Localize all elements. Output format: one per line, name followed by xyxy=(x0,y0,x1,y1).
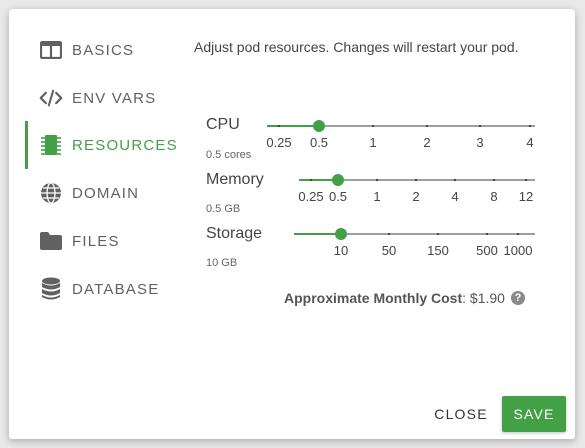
cost-value: $1.90 xyxy=(469,290,505,306)
slider-tick-label[interactable]: 2 xyxy=(423,135,430,150)
save-button[interactable]: SAVE xyxy=(502,396,566,432)
slider-tick-label[interactable]: 8 xyxy=(490,189,497,204)
pod-settings-dialog: BASICS ENV VARS RESOURCES DOMAIN FILES D… xyxy=(9,9,575,439)
sidebar-item-domain[interactable]: DOMAIN xyxy=(25,169,185,217)
slider-fill xyxy=(294,233,341,235)
slider-tick-label[interactable]: 0.25 xyxy=(298,189,323,204)
slider-tick-mark xyxy=(310,179,312,181)
cost-separator: : xyxy=(462,290,470,306)
slider-tick-label[interactable]: 12 xyxy=(519,189,533,204)
slider-tick-label[interactable]: 150 xyxy=(427,243,449,258)
cpu-label: CPU xyxy=(206,116,240,133)
slider-tick-label[interactable]: 0.5 xyxy=(310,135,328,150)
sidebar-item-label: DATABASE xyxy=(72,280,160,298)
cost-label: Approximate Monthly Cost xyxy=(284,290,463,306)
sidebar-item-label: FILES xyxy=(72,232,120,250)
sidebar-item-env-vars[interactable]: ENV VARS xyxy=(25,74,185,122)
slider-tick-mark xyxy=(454,179,456,181)
slider-tick-mark xyxy=(479,125,481,127)
database-icon xyxy=(39,277,63,301)
slider-tick-mark xyxy=(525,179,527,181)
slider-thumb[interactable] xyxy=(335,228,347,240)
slider-tick-mark xyxy=(493,179,495,181)
memory-label: Memory xyxy=(206,171,264,188)
slider-tick-mark xyxy=(388,233,390,235)
storage-value: 10 GB xyxy=(206,257,238,269)
slider-tick-label[interactable]: 50 xyxy=(382,243,396,258)
slider-tick-label[interactable]: 4 xyxy=(451,189,458,204)
slider-tick-mark xyxy=(437,233,439,235)
slider-tick-label[interactable]: 1000 xyxy=(504,243,533,258)
slider-tick-mark xyxy=(372,125,374,127)
cpu-value: 0.5 cores xyxy=(206,149,252,161)
help-icon[interactable]: ? xyxy=(510,291,525,305)
slider-tick-mark xyxy=(517,233,519,235)
slider-tick-label[interactable]: 1 xyxy=(373,189,380,204)
slider-tick-label[interactable]: 10 xyxy=(334,243,348,258)
sidebar-item-label: DOMAIN xyxy=(72,184,140,202)
sidebar-item-files[interactable]: FILES xyxy=(25,217,185,265)
slider-tick-mark xyxy=(278,125,280,127)
slider-tick-mark xyxy=(426,125,428,127)
sidebar-item-basics[interactable]: BASICS xyxy=(25,26,185,74)
slider-thumb[interactable] xyxy=(313,120,325,132)
sidebar-item-label: ENV VARS xyxy=(72,89,157,107)
slider-tick-label[interactable]: 0.25 xyxy=(266,135,291,150)
chip-icon xyxy=(39,133,63,157)
description-text: Adjust pod resources. Changes will resta… xyxy=(194,39,519,55)
sidebar-item-database[interactable]: DATABASE xyxy=(25,265,185,313)
slider-tick-label[interactable]: 3 xyxy=(476,135,483,150)
columns-icon xyxy=(39,38,63,62)
memory-value: 0.5 GB xyxy=(206,203,241,215)
slider-tick-label[interactable]: 1 xyxy=(369,135,376,150)
slider-tick-mark xyxy=(529,125,531,127)
slider-tick-label[interactable]: 500 xyxy=(476,243,498,258)
sidebar: BASICS ENV VARS RESOURCES DOMAIN FILES D… xyxy=(9,9,184,309)
slider-tick-mark xyxy=(486,233,488,235)
code-icon xyxy=(39,86,63,110)
sidebar-item-label: BASICS xyxy=(72,41,135,59)
sidebar-item-resources[interactable]: RESOURCES xyxy=(25,121,188,169)
monthly-cost: Approximate Monthly Cost: $1.90 ? xyxy=(284,290,525,306)
slider-tick-label[interactable]: 4 xyxy=(526,135,533,150)
slider-tick-label[interactable]: 2 xyxy=(412,189,419,204)
storage-label: Storage xyxy=(206,225,263,242)
close-button[interactable]: CLOSE xyxy=(429,396,493,432)
folder-icon xyxy=(39,229,63,253)
globe-icon xyxy=(39,181,63,205)
slider-fill xyxy=(267,125,319,127)
slider-thumb[interactable] xyxy=(332,174,344,186)
slider-tick-mark xyxy=(376,179,378,181)
slider-tick-mark xyxy=(415,179,417,181)
sidebar-item-label: RESOURCES xyxy=(72,136,178,154)
slider-tick-label[interactable]: 0.5 xyxy=(329,189,347,204)
